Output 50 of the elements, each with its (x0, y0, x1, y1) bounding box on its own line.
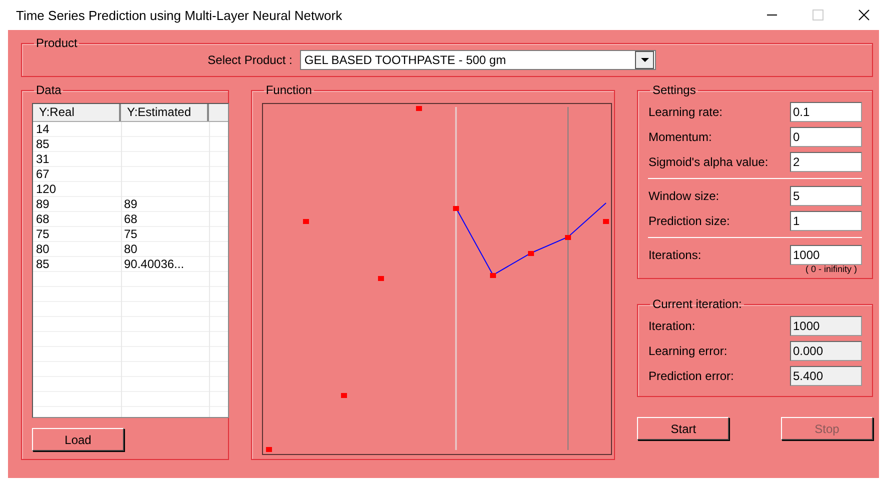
panel-title: Product (35, 36, 78, 50)
result-field[interactable]: 0.000 (790, 340, 862, 360)
table-cell-text: 31 (35, 152, 50, 167)
product-dropdown[interactable]: GEL BASED TOOTHPASTE - 500 gm (300, 50, 656, 70)
table-cell-text: 120 (35, 182, 58, 197)
close-icon (858, 9, 870, 21)
setting-field[interactable]: 1000 (790, 244, 862, 264)
window-title: Time Series Prediction using Multi-Layer Neural Network (16, 8, 344, 22)
table-cell-text: 90.40036... (123, 257, 186, 272)
column-header[interactable]: Y:Estimated (121, 104, 209, 121)
table-cell-text: 89 (35, 197, 50, 212)
data-list[interactable]: Y:Real Y:Estimated 14 85 31 67 120 89 89 68 68 75 75 80 80 85 90.40036... (32, 103, 229, 418)
table-cell-text: 80 (35, 242, 50, 257)
table-cell-text: 14 (35, 122, 50, 137)
table-cell-text: 75 (123, 227, 138, 242)
panel-title: Current iteration: (651, 297, 743, 311)
table-cell-text: 75 (35, 227, 50, 242)
panel-title: Data (35, 83, 62, 97)
panel-title: Function (264, 83, 313, 97)
maximize-icon (812, 9, 824, 21)
setting-label: Momentum: (648, 130, 712, 144)
table-cell-text: 85 (35, 137, 50, 152)
column-header[interactable]: Y:Real (33, 104, 121, 121)
setting-label: Sigmoid's alpha value: (648, 154, 768, 168)
result-label: Iteration: (648, 318, 696, 332)
table-cell-text: 68 (123, 212, 138, 227)
table-cell-text: 85 (35, 257, 50, 272)
result-field[interactable]: 5.400 (790, 366, 862, 386)
product-label: Select Product : (208, 53, 292, 67)
range-hint: ( 0 - inifinity ) (805, 264, 857, 274)
result-label: Learning error: (648, 344, 728, 358)
table-cell-text: 89 (123, 197, 138, 212)
setting-field[interactable]: 2 (790, 152, 862, 172)
setting-field[interactable]: 1 (790, 210, 862, 230)
panel-title: Settings (651, 83, 697, 97)
setting-label: Learning rate: (648, 104, 723, 118)
load-button[interactable]: Load (32, 428, 124, 451)
start-button[interactable]: Start (637, 417, 730, 440)
setting-label: Window size: (648, 188, 720, 202)
setting-field[interactable]: 0 (790, 126, 862, 146)
setting-field[interactable]: 0.1 (790, 102, 862, 122)
table-cell-text: 80 (123, 242, 138, 257)
setting-label: Iterations: (648, 248, 702, 262)
setting-label: Prediction size: (648, 214, 730, 228)
caret-icon (635, 51, 654, 69)
setting-field[interactable]: 5 (790, 186, 862, 206)
result-label: Prediction error: (648, 368, 734, 382)
result-field[interactable]: 1000 (790, 316, 862, 336)
table-cell-text: 68 (35, 212, 50, 227)
table-cell-text: 67 (35, 167, 50, 182)
